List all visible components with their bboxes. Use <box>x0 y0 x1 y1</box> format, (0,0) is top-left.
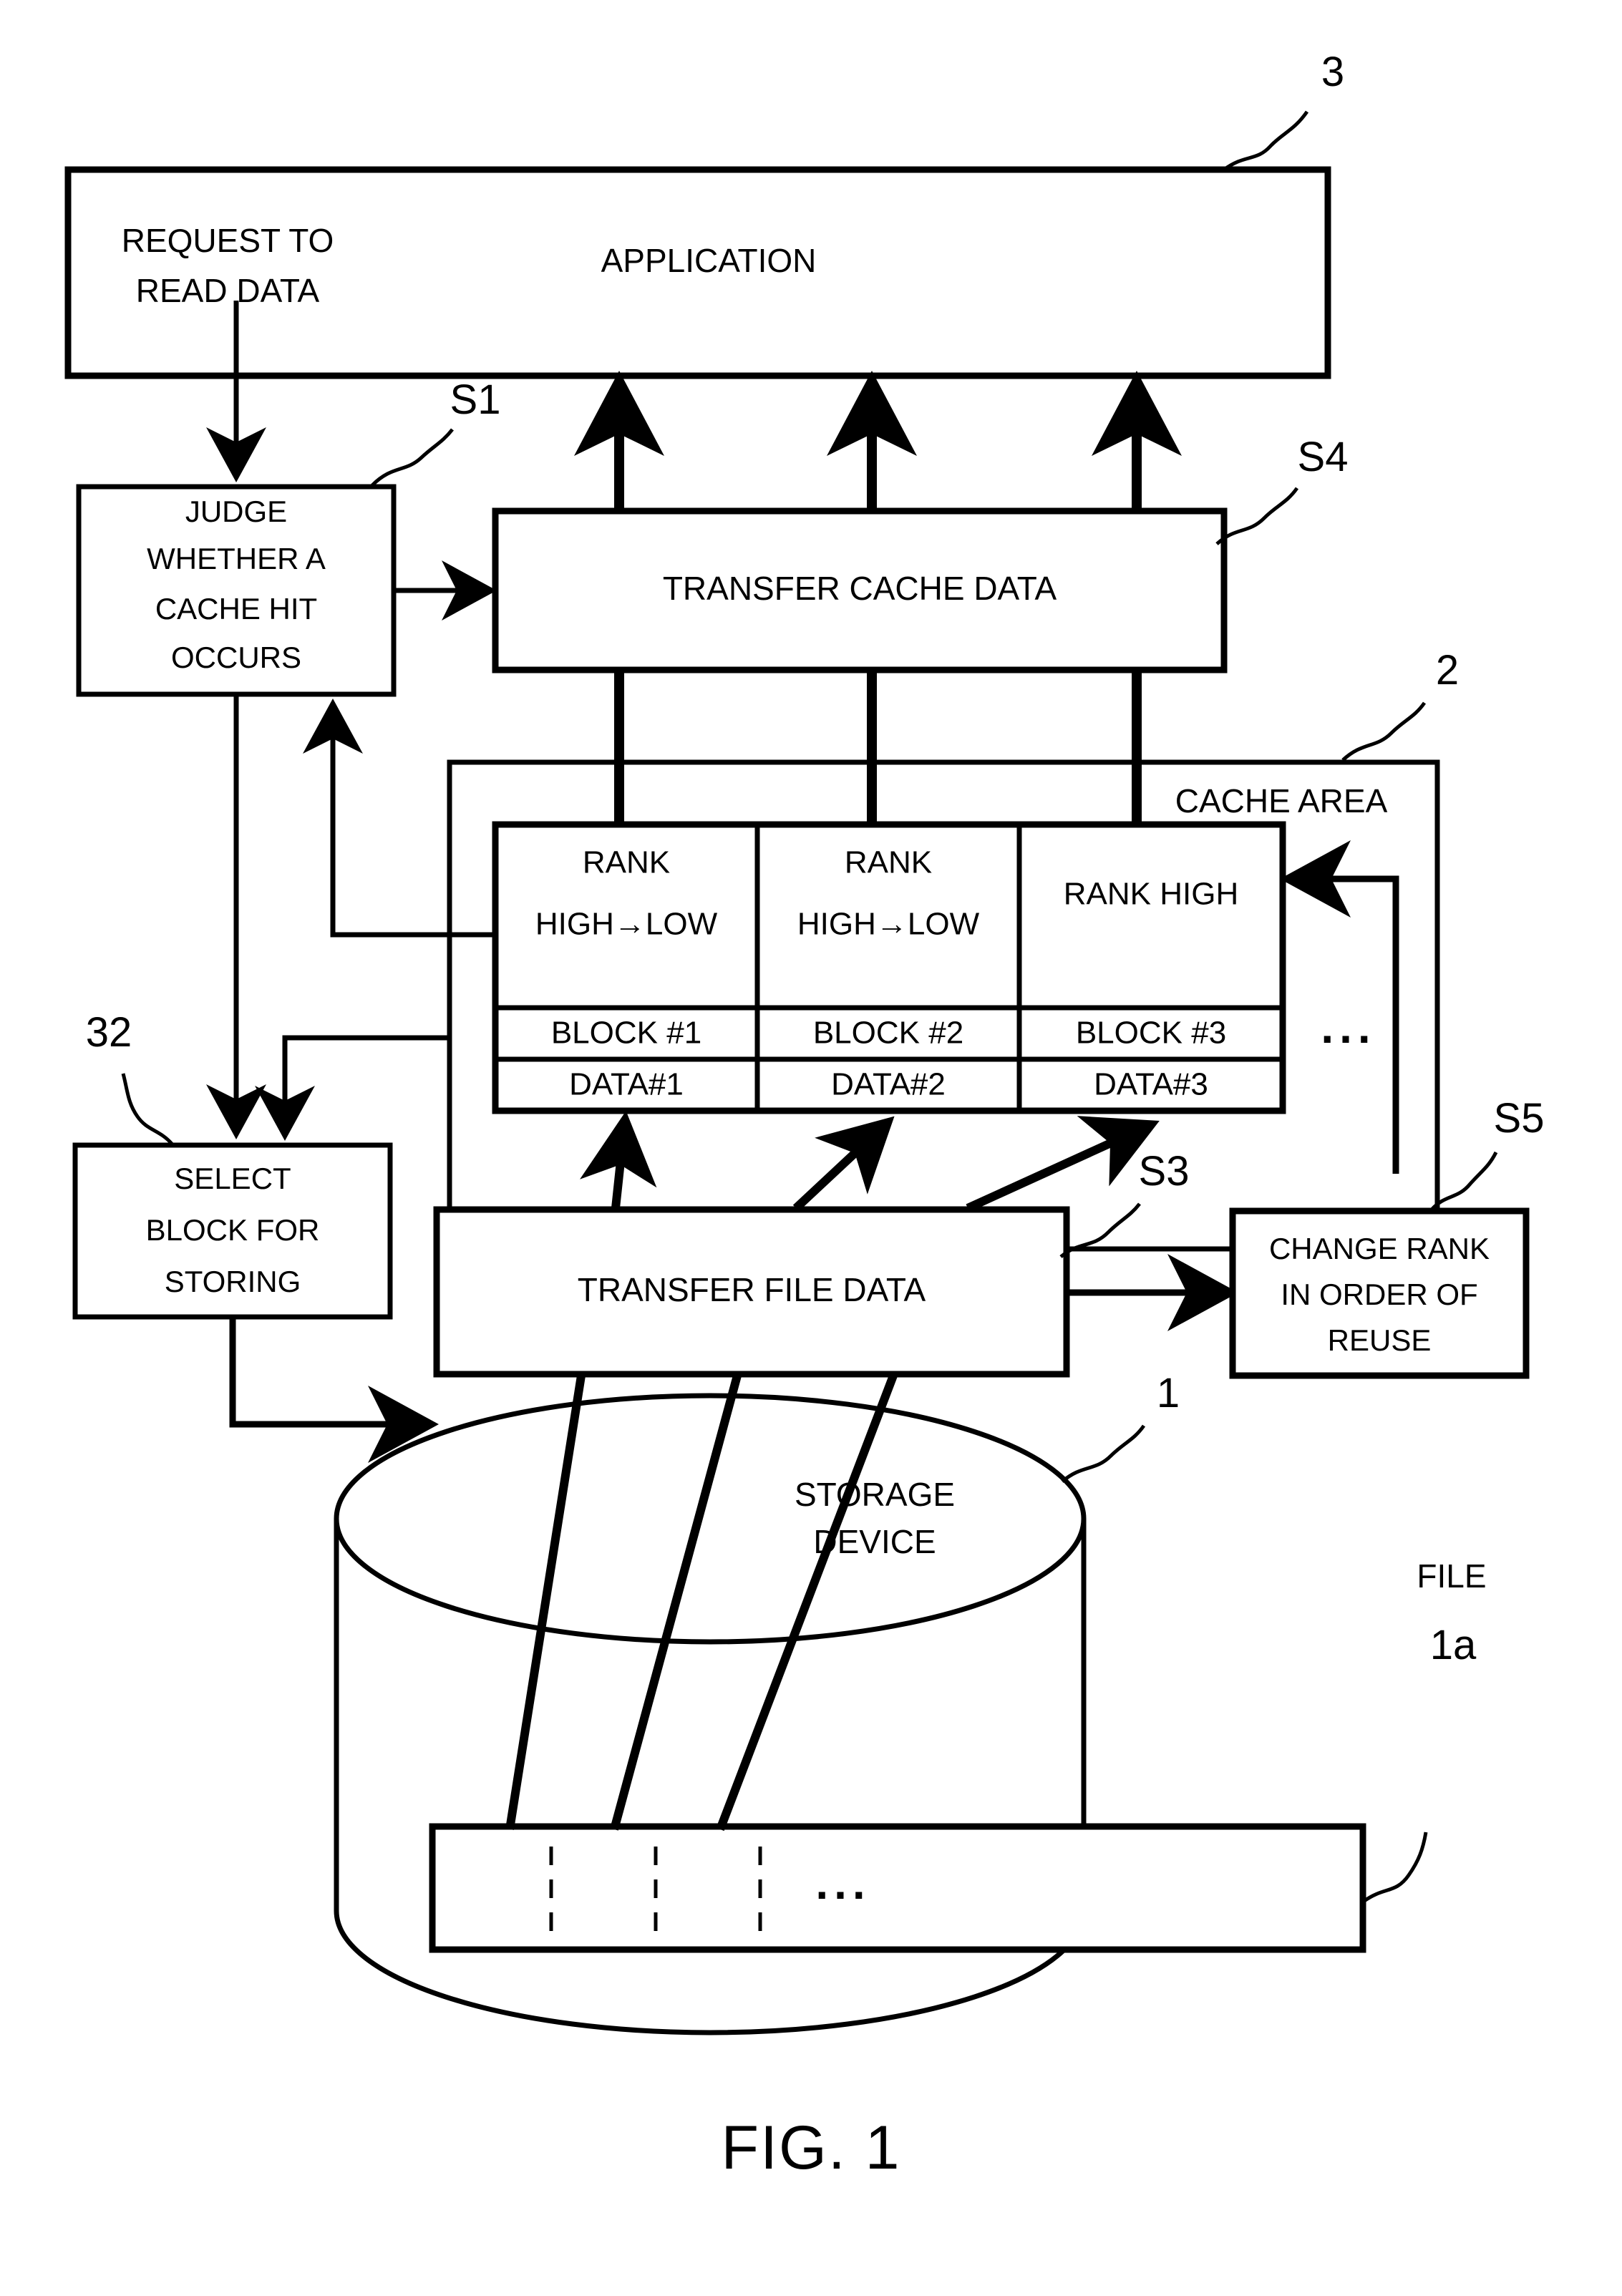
leader-step-s1 <box>371 428 454 487</box>
leader-step-s5 <box>1430 1151 1498 1211</box>
ref-label-s1: S1 <box>450 376 501 423</box>
select-block-line1: SELECT <box>174 1162 291 1195</box>
leader-cache-area <box>1341 701 1427 762</box>
select-block-line2: BLOCK FOR <box>146 1213 320 1247</box>
judge-line4: OCCURS <box>171 641 301 674</box>
ref-label-s3: S3 <box>1139 1148 1190 1195</box>
figure-caption: FIG. 1 <box>722 2113 901 2182</box>
cache-col3-rank-line1: RANK HIGH <box>1064 877 1238 912</box>
cache-col2-data: DATA#2 <box>831 1067 946 1102</box>
transfer-cache-data-label: TRANSFER CACHE DATA <box>663 570 1057 607</box>
arrow-transferfile-to-data2 <box>792 1116 895 1212</box>
arrow-transferfile-to-data1 <box>579 1111 657 1209</box>
storage-line1: STORAGE <box>795 1476 955 1513</box>
request-note-line2: READ DATA <box>136 272 320 309</box>
patent-figure-1: APPLICATION REQUEST TO READ DATA 3 JUDGE… <box>0 0 1622 2296</box>
ref-label-s4: S4 <box>1298 434 1349 480</box>
ref-label-application: 3 <box>1321 49 1344 95</box>
ref-label-select-block: 32 <box>86 1009 132 1056</box>
file-bar <box>429 1823 1366 1953</box>
ref-label-storage: 1 <box>1157 1370 1180 1416</box>
cache-col3-data: DATA#3 <box>1094 1067 1208 1102</box>
leader-file <box>1363 1832 1428 1903</box>
arrow-cachearea-to-judge <box>303 699 495 938</box>
change-rank-line1: CHANGE RANK <box>1269 1232 1490 1265</box>
transfer-file-data-label: TRANSFER FILE DATA <box>578 1271 926 1308</box>
cache-col1-block: BLOCK #1 <box>551 1016 701 1051</box>
arrow-selectblock-to-transferfile <box>229 1318 439 1463</box>
cache-col3-block: BLOCK #3 <box>1076 1016 1226 1051</box>
judge-line1: JUDGE <box>185 495 287 528</box>
file-label: FILE <box>1417 1557 1486 1595</box>
leader-application <box>1223 110 1309 172</box>
application-label: APPLICATION <box>601 242 817 279</box>
cache-col1-rank-line1: RANK <box>583 845 670 880</box>
change-rank-line2: IN ORDER OF <box>1281 1278 1477 1311</box>
cache-col1-rank-line2: HIGH→LOW <box>535 907 718 942</box>
leader-select-block <box>121 1073 173 1145</box>
ref-label-file: 1a <box>1430 1622 1477 1668</box>
leader-step-s4 <box>1215 487 1299 545</box>
file-bar-ellipsis: ... <box>815 1857 870 1909</box>
ref-label-cache-area: 2 <box>1436 647 1459 694</box>
ref-label-s5: S5 <box>1494 1095 1545 1142</box>
judge-line3: CACHE HIT <box>155 592 317 626</box>
change-rank-line3: REUSE <box>1328 1323 1432 1357</box>
arrow-transferfile-to-data3 <box>966 1116 1160 1212</box>
cache-area-title: CACHE AREA <box>1175 782 1388 819</box>
cache-col2-rank-line2: HIGH→LOW <box>797 907 980 942</box>
cache-col1-data: DATA#1 <box>569 1067 684 1102</box>
cache-col2-block: BLOCK #2 <box>813 1016 963 1051</box>
link-cachearea-to-selectblock <box>255 1035 450 1141</box>
leader-storage-device <box>1061 1424 1146 1483</box>
select-block-line3: STORING <box>165 1265 301 1298</box>
storage-cylinder-top <box>334 1393 1087 1645</box>
cache-area-ellipsis: ... <box>1321 1001 1376 1053</box>
judge-line2: WHETHER A <box>147 542 326 575</box>
request-note-line1: REQUEST TO <box>122 222 334 259</box>
cache-col2-rank-line1: RANK <box>845 845 932 880</box>
